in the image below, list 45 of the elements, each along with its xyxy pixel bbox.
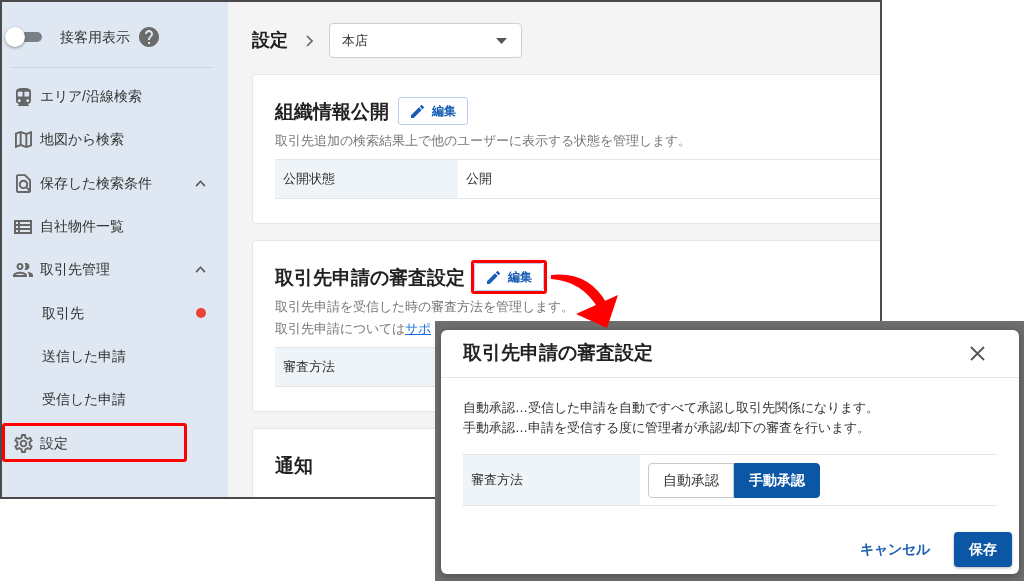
description-text: 取引先申請についてはサポ [275,320,431,338]
page-title: 設定 [252,29,288,52]
card-title: 組織情報公開 [275,101,389,121]
description-text: 自動承認…受信した申請を自動ですべて承認し取引先関係になります。 [463,399,879,417]
train-icon [15,87,31,106]
nav-item[interactable]: 保存した検索条件 [2,161,228,205]
nav-subitem[interactable]: 送信した申請 [2,334,228,379]
nav-item[interactable]: 自社物件一覧 [2,204,228,249]
map-icon [14,131,32,149]
segment-option[interactable]: 自動承認 [648,462,734,498]
description-text: 取引先追加の検索結果上で他のユーザーに表示する状態を管理します。 [275,132,691,150]
curved-arrow [548,274,618,328]
nav-subitem[interactable]: 受信した申請 [2,378,228,422]
document-search-icon [15,173,31,193]
help-icon[interactable] [139,27,159,47]
people-icon [13,262,33,277]
table-cell-text: 公開 [465,170,492,189]
nav-item[interactable]: エリア/沿線検索 [2,75,228,119]
edit-button[interactable]: 編集 [474,263,544,291]
cancel-button[interactable]: キャンセル [850,532,940,567]
help-link[interactable]: サポ [405,321,431,336]
pencil-icon [486,270,500,284]
settings-icon [13,433,33,453]
nav-item[interactable]: 取引先管理 [2,248,228,292]
toggle-label: 接客用表示 [60,27,130,47]
chevron-right-icon [306,34,313,47]
description-text: 取引先申請を受信した時の審査方法を管理します。 [275,298,574,316]
nav-item[interactable]: 地図から検索 [2,118,228,162]
pencil-icon [410,104,424,118]
edit-button[interactable]: 編集 [398,97,468,125]
list-icon [14,219,32,234]
save-button[interactable]: 保存 [954,532,1012,567]
table-cell: 公開状態 [275,160,458,198]
table-cell: 審査方法 [463,455,640,505]
description-text: 手動承認…申請を受信する度に管理者が承認/却下の審査を行います。 [463,419,870,437]
branch-select[interactable]: 本店 [329,23,522,58]
close-icon[interactable] [970,346,985,361]
segment-option[interactable]: 手動承認 [734,462,820,498]
nav-subitem[interactable]: 取引先 [2,291,228,335]
card-title: 取引先申請の審査設定 [275,267,465,287]
dialog-title: 取引先申請の審査設定 [463,341,653,366]
caret-down-icon [496,37,507,44]
nav-item[interactable]: 設定 [2,421,228,465]
toggle-switch[interactable] [5,27,42,47]
card-title: 通知 [275,455,313,475]
